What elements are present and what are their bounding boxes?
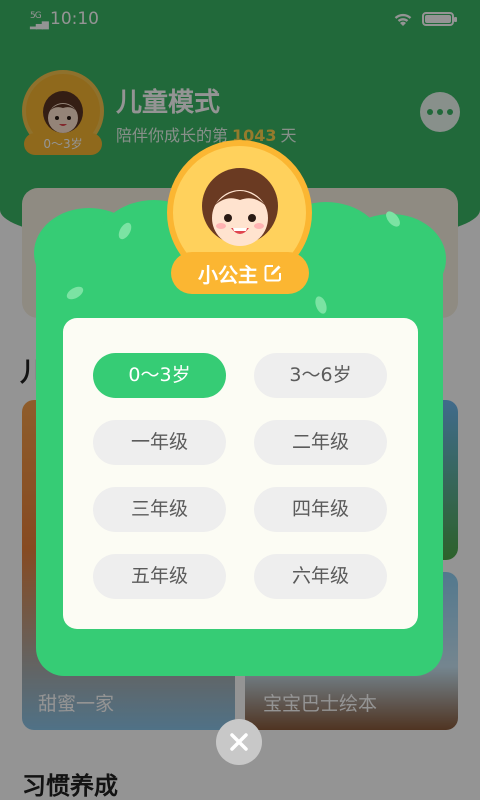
profile-name: 小公主 (198, 262, 258, 287)
girl-avatar-icon (202, 168, 278, 246)
grade-option-0-3[interactable]: 0～3岁 (93, 353, 226, 398)
grade-option-grade-4[interactable]: 四年级 (254, 487, 387, 532)
profile-name-button[interactable]: 小公主 (171, 252, 309, 294)
grade-select-dialog: 小公主 0～3岁 3～6岁 一年级 二年级 三年级 四年级 五年级 六年级 (34, 140, 446, 676)
grade-option-3-6[interactable]: 3～6岁 (254, 353, 387, 398)
grade-option-grade-3[interactable]: 三年级 (93, 487, 226, 532)
grade-option-grade-5[interactable]: 五年级 (93, 554, 226, 599)
grade-options-panel: 0～3岁 3～6岁 一年级 二年级 三年级 四年级 五年级 六年级 (63, 318, 418, 629)
grade-option-grade-6[interactable]: 六年级 (254, 554, 387, 599)
close-icon[interactable] (216, 719, 262, 765)
edit-icon (264, 265, 281, 282)
grade-option-grade-1[interactable]: 一年级 (93, 420, 226, 465)
grade-option-grade-2[interactable]: 二年级 (254, 420, 387, 465)
